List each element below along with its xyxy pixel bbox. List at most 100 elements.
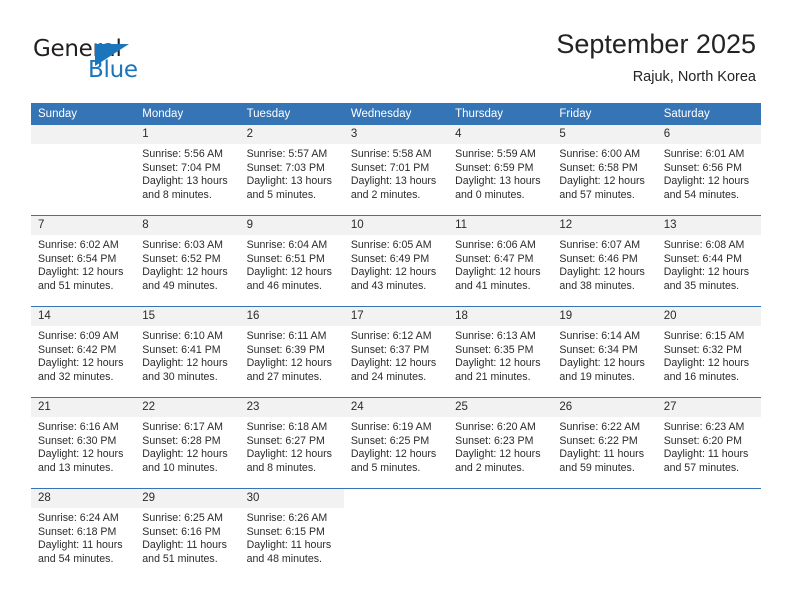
daylight-duration-line1: Daylight: 12 hours bbox=[663, 357, 750, 370]
logo-text-blue: Blue bbox=[88, 57, 138, 83]
sunrise-time: Sunrise: 6:24 AM bbox=[38, 512, 119, 524]
calendar-day-cell[interactable] bbox=[552, 488, 657, 579]
calendar-day-cell[interactable]: 12 Sunrise: 6:07 AM Sunset: 6:46 PM Dayligh… bbox=[552, 215, 657, 307]
day-details: Sunrise: 6:17 AM Sunset: 6:28 PM Daylight:… bbox=[135, 417, 239, 476]
daylight-duration-line1: Daylight: 12 hours bbox=[38, 266, 124, 279]
day-number: 4 bbox=[448, 125, 553, 144]
calendar-day-cell[interactable]: 1 Sunrise: 5:56 AM Sunset: 7:04 PM Daylight… bbox=[135, 125, 240, 216]
daylight-duration-line2: and 59 minutes. bbox=[559, 462, 635, 475]
day-cell-inner: 15 Sunrise: 6:10 AM Sunset: 6:41 PM Dayligh… bbox=[135, 307, 240, 396]
sunrise-time: Sunrise: 6:07 AM bbox=[559, 239, 641, 251]
day-number: 18 bbox=[448, 307, 553, 326]
daylight-duration-line2: and 49 minutes. bbox=[142, 280, 218, 293]
sunset-time: Sunset: 7:01 PM bbox=[350, 161, 430, 174]
day-cell-inner: 18 Sunrise: 6:13 AM Sunset: 6:35 PM Dayligh… bbox=[448, 307, 553, 396]
calendar-day-cell[interactable]: 30 Sunrise: 6:26 AM Sunset: 6:15 PM Dayligh… bbox=[239, 488, 344, 579]
calendar-day-cell[interactable]: 18 Sunrise: 6:13 AM Sunset: 6:35 PM Dayligh… bbox=[448, 306, 553, 398]
page-subtitle: Rajuk, North Korea bbox=[632, 69, 756, 85]
calendar-day-cell[interactable]: 2 Sunrise: 5:57 AM Sunset: 7:03 PM Daylight… bbox=[239, 125, 344, 216]
calendar-day-cell[interactable]: 23 Sunrise: 6:18 AM Sunset: 6:27 PM Dayligh… bbox=[239, 397, 344, 489]
sunset-time: Sunset: 6:52 PM bbox=[142, 252, 221, 265]
day-cell-inner: 3 Sunrise: 5:58 AM Sunset: 7:01 PM Daylight… bbox=[343, 125, 449, 214]
calendar-day-cell[interactable] bbox=[31, 125, 136, 216]
daylight-duration-line1: Daylight: 11 hours bbox=[38, 539, 123, 552]
calendar-day-cell[interactable]: 9 Sunrise: 6:04 AM Sunset: 6:51 PM Daylight… bbox=[239, 215, 344, 307]
calendar-day-cell[interactable]: 8 Sunrise: 6:03 AM Sunset: 6:52 PM Daylight… bbox=[135, 215, 240, 307]
daylight-duration-line2: and 57 minutes. bbox=[559, 189, 635, 202]
calendar-day-cell[interactable]: 25 Sunrise: 6:20 AM Sunset: 6:23 PM Dayligh… bbox=[448, 397, 553, 489]
day-number: 3 bbox=[343, 125, 449, 144]
daylight-duration-line2: and 21 minutes. bbox=[455, 371, 531, 384]
calendar-body: 1 Sunrise: 5:56 AM Sunset: 7:04 PM Daylight… bbox=[31, 125, 761, 579]
sunset-time: Sunset: 6:15 PM bbox=[246, 525, 325, 538]
calendar-day-cell[interactable]: 7 Sunrise: 6:02 AM Sunset: 6:54 PM Daylight… bbox=[31, 215, 136, 307]
day-cell-inner: 11 Sunrise: 6:06 AM Sunset: 6:47 PM Dayligh… bbox=[448, 216, 553, 305]
day-cell-inner: 6 Sunrise: 6:01 AM Sunset: 6:56 PM Daylight… bbox=[656, 125, 761, 214]
calendar-day-cell[interactable]: 21 Sunrise: 6:16 AM Sunset: 6:30 PM Dayligh… bbox=[31, 397, 136, 489]
day-number: 2 bbox=[239, 125, 344, 144]
day-cell-inner: 24 Sunrise: 6:19 AM Sunset: 6:25 PM Dayligh… bbox=[343, 398, 449, 487]
sunrise-time: Sunrise: 6:08 AM bbox=[663, 239, 745, 251]
calendar-day-cell[interactable]: 15 Sunrise: 6:10 AM Sunset: 6:41 PM Dayligh… bbox=[135, 306, 240, 398]
calendar-day-cell[interactable]: 6 Sunrise: 6:01 AM Sunset: 6:56 PM Daylight… bbox=[656, 125, 761, 216]
calendar-day-cell[interactable]: 26 Sunrise: 6:22 AM Sunset: 6:22 PM Dayligh… bbox=[552, 397, 657, 489]
calendar-day-cell[interactable]: 13 Sunrise: 6:08 AM Sunset: 6:44 PM Dayligh… bbox=[656, 215, 761, 307]
day-cell-inner: 10 Sunrise: 6:05 AM Sunset: 6:49 PM Dayligh… bbox=[343, 216, 449, 305]
calendar-day-cell[interactable]: 28 Sunrise: 6:24 AM Sunset: 6:18 PM Dayligh… bbox=[31, 488, 136, 579]
day-number bbox=[552, 489, 657, 508]
daylight-duration-line2: and 2 minutes. bbox=[455, 462, 525, 475]
daylight-duration-line2: and 41 minutes. bbox=[455, 280, 531, 293]
sunset-time: Sunset: 6:16 PM bbox=[142, 525, 221, 538]
day-number: 28 bbox=[31, 489, 136, 508]
calendar-day-cell[interactable]: 10 Sunrise: 6:05 AM Sunset: 6:49 PM Dayligh… bbox=[343, 215, 449, 307]
daylight-duration-line2: and 8 minutes. bbox=[246, 462, 317, 475]
day-details bbox=[344, 508, 448, 512]
sunset-time: Sunset: 6:42 PM bbox=[38, 343, 117, 356]
calendar-day-cell[interactable]: 4 Sunrise: 5:59 AM Sunset: 6:59 PM Daylight… bbox=[448, 125, 553, 216]
calendar-day-cell[interactable]: 16 Sunrise: 6:11 AM Sunset: 6:39 PM Dayligh… bbox=[239, 306, 344, 398]
day-number: 12 bbox=[552, 216, 657, 235]
sunset-time: Sunset: 6:51 PM bbox=[246, 252, 325, 265]
day-cell-inner: 22 Sunrise: 6:17 AM Sunset: 6:28 PM Dayligh… bbox=[135, 398, 240, 487]
calendar-day-cell[interactable] bbox=[343, 488, 449, 579]
calendar-day-cell[interactable]: 24 Sunrise: 6:19 AM Sunset: 6:25 PM Dayligh… bbox=[343, 397, 449, 489]
day-number: 7 bbox=[31, 216, 136, 235]
day-details: Sunrise: 6:13 AM Sunset: 6:35 PM Daylight:… bbox=[448, 326, 552, 385]
daylight-duration-line1: Daylight: 12 hours bbox=[350, 448, 437, 461]
calendar-day-cell[interactable]: 5 Sunrise: 6:00 AM Sunset: 6:58 PM Daylight… bbox=[552, 125, 657, 216]
calendar-day-cell[interactable]: 22 Sunrise: 6:17 AM Sunset: 6:28 PM Dayligh… bbox=[135, 397, 240, 489]
sunrise-time: Sunrise: 6:25 AM bbox=[142, 512, 223, 524]
calendar-day-cell[interactable]: 14 Sunrise: 6:09 AM Sunset: 6:42 PM Dayligh… bbox=[31, 306, 136, 398]
day-details: Sunrise: 6:09 AM Sunset: 6:42 PM Daylight:… bbox=[31, 326, 135, 385]
daylight-duration-line2: and 51 minutes. bbox=[38, 280, 114, 293]
calendar-day-cell[interactable]: 19 Sunrise: 6:14 AM Sunset: 6:34 PM Dayligh… bbox=[552, 306, 657, 398]
daylight-duration-line1: Daylight: 12 hours bbox=[142, 448, 228, 461]
day-cell-inner: 19 Sunrise: 6:14 AM Sunset: 6:34 PM Dayligh… bbox=[552, 307, 657, 396]
daylight-duration-line1: Daylight: 11 hours bbox=[142, 539, 227, 552]
sunrise-time: Sunrise: 6:13 AM bbox=[455, 330, 536, 342]
daylight-duration-line2: and 2 minutes. bbox=[350, 189, 421, 202]
calendar-day-cell[interactable] bbox=[656, 488, 761, 579]
sunset-time: Sunset: 6:39 PM bbox=[246, 343, 325, 356]
calendar-day-cell[interactable]: 17 Sunrise: 6:12 AM Sunset: 6:37 PM Dayligh… bbox=[343, 306, 449, 398]
day-cell-inner: 20 Sunrise: 6:15 AM Sunset: 6:32 PM Dayligh… bbox=[656, 307, 761, 396]
calendar-day-cell[interactable]: 11 Sunrise: 6:06 AM Sunset: 6:47 PM Dayligh… bbox=[448, 215, 553, 307]
daylight-duration-line2: and 57 minutes. bbox=[663, 462, 740, 475]
general-blue-logo[interactable]: General Blue bbox=[33, 36, 193, 86]
day-number: 20 bbox=[656, 307, 761, 326]
daylight-duration-line1: Daylight: 12 hours bbox=[38, 357, 124, 370]
calendar-day-cell[interactable]: 20 Sunrise: 6:15 AM Sunset: 6:32 PM Dayligh… bbox=[656, 306, 761, 398]
day-cell-inner: 17 Sunrise: 6:12 AM Sunset: 6:37 PM Dayligh… bbox=[343, 307, 449, 396]
calendar-day-cell[interactable]: 29 Sunrise: 6:25 AM Sunset: 6:16 PM Dayligh… bbox=[135, 488, 240, 579]
day-number: 15 bbox=[135, 307, 240, 326]
calendar-day-cell[interactable] bbox=[448, 488, 553, 579]
day-number bbox=[31, 125, 136, 144]
calendar-day-cell[interactable]: 3 Sunrise: 5:58 AM Sunset: 7:01 PM Daylight… bbox=[343, 125, 449, 216]
calendar-day-cell[interactable]: 27 Sunrise: 6:23 AM Sunset: 6:20 PM Dayligh… bbox=[656, 397, 761, 489]
day-details: Sunrise: 5:58 AM Sunset: 7:01 PM Daylight:… bbox=[344, 144, 448, 203]
sunset-time: Sunset: 6:32 PM bbox=[663, 343, 743, 356]
daylight-duration-line2: and 27 minutes. bbox=[246, 371, 322, 384]
calendar-week-row: 7 Sunrise: 6:02 AM Sunset: 6:54 PM Daylight… bbox=[31, 215, 761, 307]
day-details: Sunrise: 6:19 AM Sunset: 6:25 PM Daylight:… bbox=[344, 417, 448, 476]
sunset-time: Sunset: 6:25 PM bbox=[350, 434, 430, 447]
